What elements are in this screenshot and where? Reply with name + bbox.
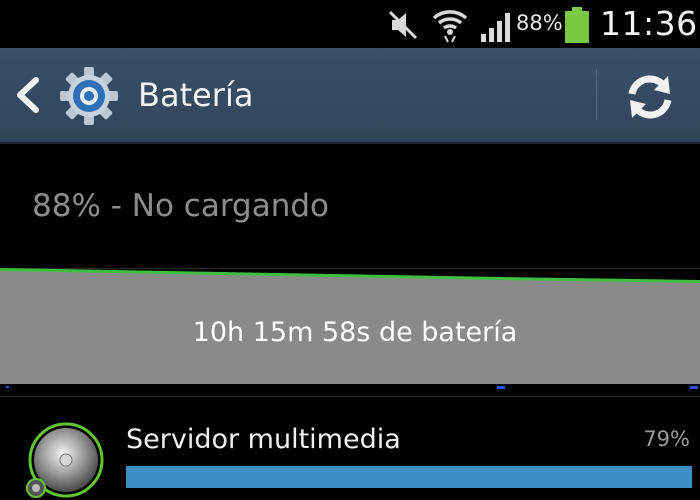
page-title: Batería (138, 76, 254, 114)
wifi-icon (432, 10, 468, 43)
refresh-icon[interactable] (622, 72, 678, 122)
mute-icon (388, 10, 418, 40)
clock: 11:36 (600, 4, 698, 43)
back-icon[interactable] (12, 76, 42, 114)
usage-bar (126, 466, 692, 488)
signal-icon (481, 13, 510, 42)
battery-percent: 88% (516, 11, 563, 35)
status-bar: 88% 11:36 (0, 0, 700, 48)
usage-item-media-server[interactable]: Servidor multimedia 79% (0, 400, 700, 500)
battery-time: 10h 15m 58s de batería (192, 317, 518, 348)
action-bar: Batería (0, 48, 700, 144)
graph-bottom-border (0, 396, 700, 397)
action-bar-divider (596, 70, 597, 120)
gear-icon[interactable] (56, 65, 122, 127)
battery-icon (565, 7, 589, 43)
charge-status: 88% - No cargando (32, 188, 330, 224)
usage-item-label: Servidor multimedia (126, 424, 401, 455)
usage-item-percent: 79% (643, 427, 690, 451)
usage-bar-fill (126, 466, 692, 488)
media-server-icon (26, 422, 104, 498)
